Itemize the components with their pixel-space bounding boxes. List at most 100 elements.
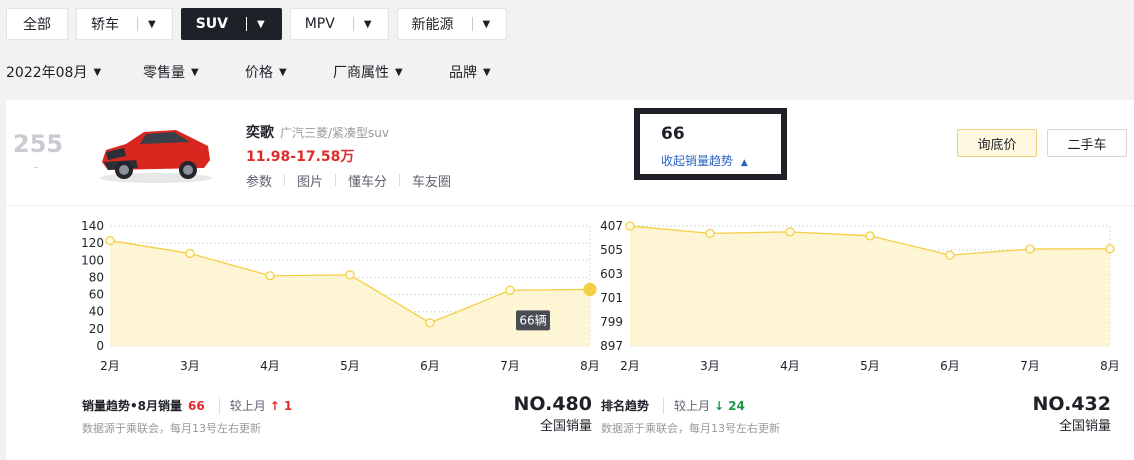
car-price: 11.98-17.58万 [246, 149, 355, 165]
tooltip-text: 66辆 [519, 313, 546, 327]
x-tick-label: 6月 [940, 359, 960, 373]
y-tick-label: 80 [89, 270, 104, 284]
arrow-down-icon: ↓ [714, 398, 725, 413]
caret-down-icon: ▼ [395, 66, 403, 78]
x-tick-label: 3月 [700, 359, 720, 373]
filter-price-label: 价格 [245, 65, 273, 81]
data-point [505, 285, 515, 295]
caret-down-icon[interactable]: ▼ [148, 19, 172, 30]
car-image[interactable] [96, 116, 214, 186]
tab-sedan[interactable]: 轿车 ▼ [76, 8, 173, 40]
filter-sales[interactable]: 零售量 ▼ [143, 62, 245, 82]
rank-trend-title: 排名趋势 [601, 399, 650, 413]
compare-value: 1 [283, 398, 293, 413]
filter-maker[interactable]: 厂商属性 ▼ [333, 62, 449, 82]
collapse-trend-label: 收起销量趋势 [661, 154, 734, 168]
data-point [583, 282, 597, 297]
y-tick-label: 505 [600, 243, 623, 257]
y-tick-label: 701 [600, 291, 623, 305]
caret-down-icon: ▼ [483, 66, 491, 78]
compare-label: 较上月 [663, 397, 710, 414]
sales-trend-title: 销量趋势•8月销量 [82, 399, 183, 413]
tab-suv-label: SUV [195, 16, 228, 32]
filter-brand[interactable]: 品牌 ▼ [449, 62, 491, 82]
car-maker-class: 广汽三菱/紧凑型suv [280, 126, 390, 140]
y-tick-label: 140 [81, 219, 104, 233]
tab-new-energy[interactable]: 新能源 ▼ [396, 8, 508, 40]
caret-down-icon: ▼ [93, 66, 102, 78]
caret-down-icon: ▼ [191, 66, 199, 78]
tab-suv[interactable]: SUV ▼ [180, 8, 282, 40]
x-tick-label: 7月 [1020, 359, 1040, 373]
compare-label: 较上月 [218, 397, 266, 414]
series-area [630, 226, 1110, 346]
data-point [945, 250, 955, 260]
link-params[interactable]: 参数 [246, 171, 272, 190]
used-car-button[interactable]: 二手车 [1047, 129, 1127, 157]
data-point [705, 228, 715, 238]
filter-maker-label: 厂商属性 [333, 65, 389, 81]
filter-month[interactable]: 2022年08月 ▼ [6, 62, 143, 82]
y-tick-label: 799 [600, 315, 623, 329]
x-tick-label: 5月 [860, 359, 880, 373]
tab-divider [137, 17, 138, 31]
tab-divider [471, 17, 473, 31]
data-point [625, 221, 635, 231]
link-photos[interactable]: 图片 [297, 171, 323, 190]
sales-trend-value: 66 [188, 398, 205, 413]
caret-down-icon[interactable]: ▼ [364, 19, 388, 30]
caret-down-icon: ▼ [279, 66, 287, 78]
rank-number: 255 [13, 130, 64, 158]
filter-price[interactable]: 价格 ▼ [245, 62, 333, 82]
y-tick-label: 603 [600, 267, 623, 281]
tab-mpv-label: MPV [304, 16, 335, 32]
filter-row: 2022年08月 ▼ 零售量 ▼ 价格 ▼ 厂商属性 ▼ 品牌 ▼ [6, 62, 491, 82]
tab-mpv[interactable]: MPV ▼ [289, 8, 389, 40]
triangle-up-icon: ▲ [740, 158, 748, 168]
x-tick-label: 7月 [500, 359, 520, 373]
trend-charts: 140 120 100 80 60 40 20 0 2月 3月 4月 5月 6月 7月 8月 66辆 407 50… [6, 207, 1134, 460]
x-tick-label: 4月 [260, 359, 280, 373]
national-rank-number: NO.480 [513, 393, 592, 415]
tab-divider [246, 17, 247, 31]
caret-down-icon[interactable]: ▼ [257, 19, 281, 30]
caret-down-icon[interactable]: ▼ [483, 19, 507, 30]
data-point [425, 318, 435, 328]
collapse-trend-button[interactable]: 收起销量趋势 ▲ [661, 152, 748, 169]
data-point [185, 248, 195, 259]
national-rank-label: 全国销量 [1058, 419, 1111, 434]
data-point [1025, 244, 1035, 254]
link-score[interactable]: 懂车分 [348, 171, 387, 190]
data-point [785, 227, 795, 237]
car-row: 255 - 奕歌 广汽三菱/紧凑型suv 11.98-17.58万 参数 图片 … [6, 100, 1134, 206]
x-tick-label: 6月 [420, 359, 440, 373]
x-tick-label: 2月 [620, 359, 640, 373]
data-point [1105, 244, 1115, 254]
tab-all-label: 全部 [23, 17, 51, 33]
national-rank-number: NO.432 [1032, 393, 1111, 415]
x-tick-label: 4月 [780, 359, 800, 373]
filter-sales-label: 零售量 [143, 65, 185, 81]
y-tick-label: 100 [81, 253, 104, 267]
tab-sedan-label: 轿车 [91, 17, 119, 33]
link-community[interactable]: 车友圈 [412, 171, 451, 190]
national-rank-label: 全国销量 [539, 419, 592, 434]
y-tick-label: 407 [600, 219, 623, 233]
y-tick-label: 0 [96, 339, 104, 353]
data-point [265, 271, 275, 281]
compare-value: 24 [728, 398, 745, 413]
link-divider [399, 174, 401, 186]
rank-change: - [34, 160, 39, 174]
category-tabs: 全部 轿车 ▼ SUV ▼ MPV ▼ 新能源 ▼ [6, 8, 515, 40]
y-tick-label: 897 [600, 339, 623, 353]
data-point [865, 231, 875, 241]
tab-all[interactable]: 全部 [6, 8, 68, 40]
data-point [105, 235, 115, 246]
ask-price-button[interactable]: 询底价 [957, 129, 1037, 157]
car-name[interactable]: 奕歌 [246, 122, 274, 142]
x-tick-label: 2月 [100, 359, 120, 373]
car-ranking-card: 255 - 奕歌 广汽三菱/紧凑型suv 11.98-17.58万 参数 图片 … [6, 100, 1134, 460]
link-divider [284, 174, 286, 186]
x-tick-label: 5月 [340, 359, 360, 373]
x-tick-label: 8月 [1100, 359, 1120, 373]
